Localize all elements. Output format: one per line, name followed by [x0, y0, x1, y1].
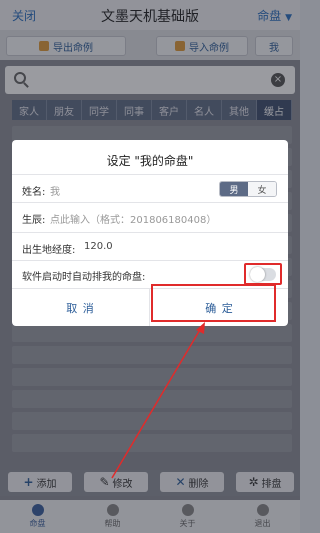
confirm-highlight-box [151, 284, 276, 322]
longitude-input[interactable]: 120.0 [84, 241, 113, 252]
dialog-title: 设定 "我的命盘" [106, 154, 194, 168]
longitude-row: 出生地经度: 120.0 [12, 232, 288, 260]
gender-female-option[interactable]: 女 [248, 182, 276, 196]
longitude-label: 出生地经度: [22, 245, 76, 256]
name-input[interactable]: 我 [50, 183, 60, 198]
switch-knob [250, 267, 265, 282]
birth-label: 生辰: [22, 215, 46, 226]
name-row: 姓名: 我 男 女 [12, 174, 288, 202]
gender-toggle: 男 女 [219, 181, 277, 197]
birth-input[interactable]: 点此输入（格式：201806180408） [50, 211, 216, 226]
birth-row: 生辰: 点此输入（格式：201806180408） [12, 202, 288, 232]
cancel-button[interactable]: 取 消 [12, 289, 150, 326]
autostart-highlight [244, 263, 282, 285]
autostart-label: 软件启动时自动排我的命盘: [22, 272, 146, 283]
autostart-switch[interactable] [250, 267, 276, 282]
name-label: 姓名: [22, 187, 46, 198]
gender-male-option[interactable]: 男 [220, 182, 248, 196]
